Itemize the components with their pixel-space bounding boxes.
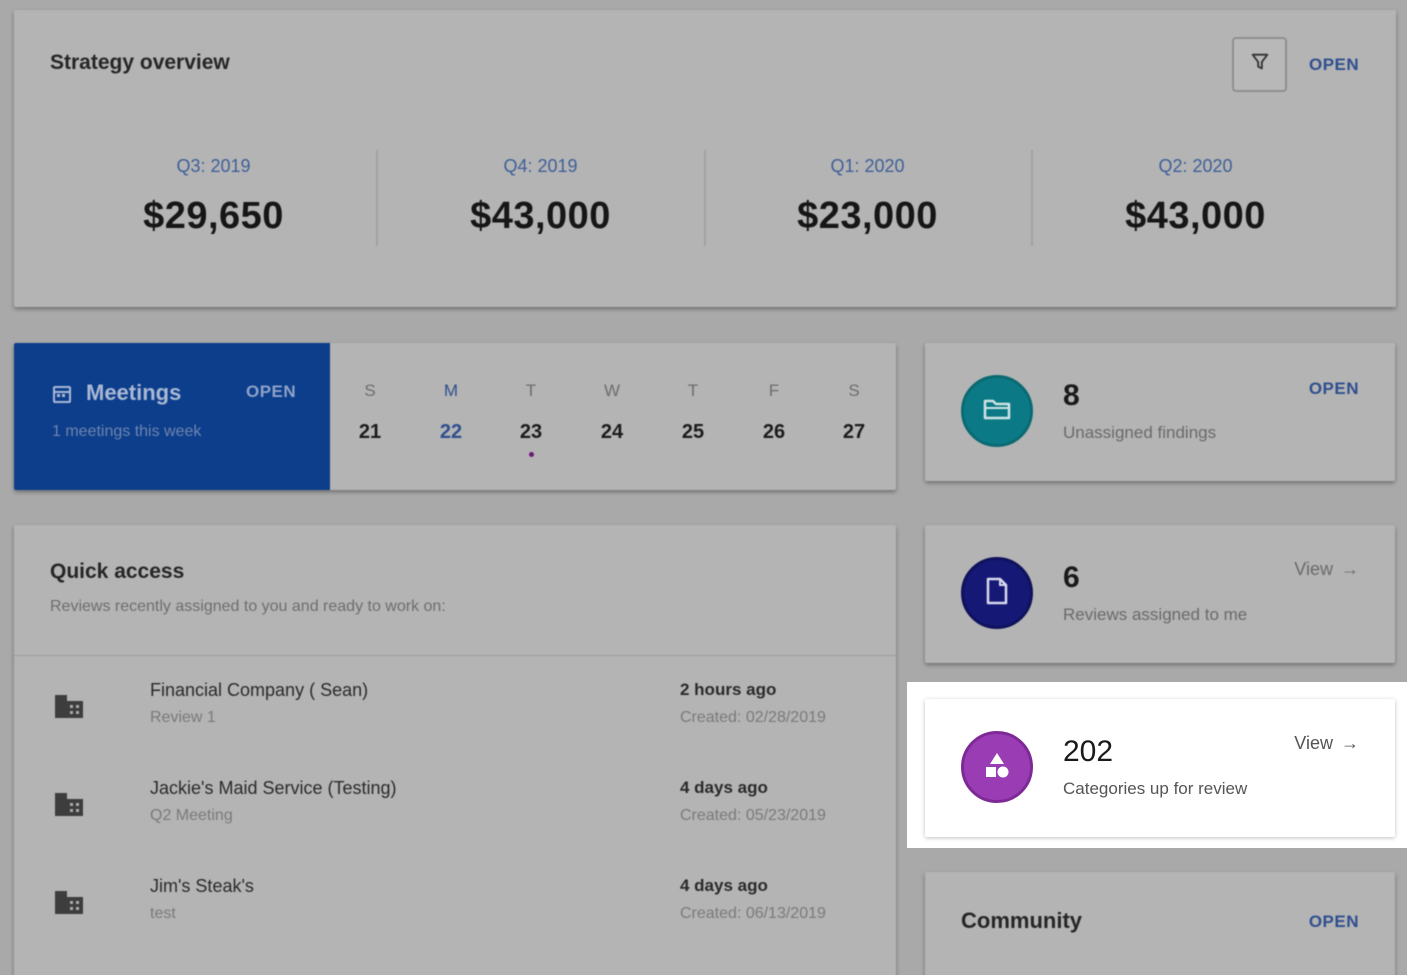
calendar-day[interactable]: T 23 (511, 381, 551, 457)
categories-view-link[interactable]: View → (1294, 733, 1359, 754)
list-item[interactable]: Jim's Steak's test 4 days ago Created: 0… (14, 873, 896, 943)
calendar-icon (52, 384, 72, 409)
divider (14, 655, 896, 656)
calendar-day[interactable]: F 26 (754, 381, 794, 444)
categories-icon-circle (961, 731, 1033, 803)
day-letter: S (848, 381, 860, 400)
quarter-value: $29,650 (143, 195, 284, 237)
quarter-label: Q3: 2019 (176, 156, 251, 176)
day-letter: T (687, 381, 699, 400)
reviews-label: Reviews assigned to me (1063, 605, 1248, 624)
folder-icon (983, 397, 1011, 426)
day-number: 24 (600, 421, 624, 443)
day-letter: S (364, 381, 376, 400)
day-number: 22 (439, 421, 463, 443)
reviews-count: 6 (1063, 561, 1080, 594)
strategy-overview-title: Strategy overview (50, 51, 230, 74)
community-title: Community (961, 908, 1082, 933)
item-time: 4 days ago (680, 778, 768, 797)
day-letter: F (768, 381, 780, 400)
quarter-value: $43,000 (1125, 195, 1266, 237)
meetings-card: Meetings OPEN 1 meetings this week S 21 … (14, 343, 896, 490)
categories-review-card: 202 Categories up for review View → (925, 699, 1395, 837)
calendar-day[interactable]: W 24 (592, 381, 632, 444)
strategy-overview-card: Strategy overview OPEN Q3: 2019 $29,650 … (14, 10, 1396, 307)
quick-access-card: Quick access Reviews recently assigned t… (14, 525, 896, 975)
building-icon (54, 791, 84, 822)
document-icon (986, 577, 1008, 610)
item-name: Jackie's Maid Service (Testing) (150, 778, 397, 798)
community-open-link[interactable]: OPEN (1309, 912, 1359, 932)
view-label: View (1294, 559, 1333, 579)
event-dot (528, 452, 534, 457)
meetings-title: Meetings (86, 380, 182, 405)
day-number: 23 (519, 421, 543, 443)
shapes-icon (982, 751, 1012, 784)
quarter-label: Q1: 2020 (830, 156, 905, 176)
filter-icon (1249, 51, 1271, 78)
quick-access-title: Quick access (50, 560, 185, 583)
quarter-block: Q4: 2019 $43,000 (377, 150, 704, 248)
item-time: 4 days ago (680, 876, 768, 895)
day-number: 21 (358, 421, 382, 443)
quarter-value: $23,000 (797, 195, 938, 237)
arrow-right-icon: → (1341, 733, 1359, 753)
quarter-label: Q2: 2020 (1158, 156, 1233, 176)
day-letter: T (525, 381, 537, 400)
calendar-day[interactable]: T 25 (673, 381, 713, 444)
filter-button[interactable] (1232, 37, 1287, 92)
findings-open-link[interactable]: OPEN (1309, 379, 1359, 399)
item-description: test (150, 905, 176, 922)
quarter-block: Q2: 2020 $43,000 (1032, 150, 1359, 248)
day-letter: M (443, 381, 459, 400)
findings-count: 8 (1063, 379, 1080, 412)
quarter-label: Q4: 2019 (503, 156, 578, 176)
quarter-block: Q3: 2019 $29,650 (50, 150, 377, 248)
item-description: Review 1 (150, 709, 216, 726)
reviews-assigned-card: 6 Reviews assigned to me View → (925, 525, 1395, 663)
reviews-view-link[interactable]: View → (1294, 559, 1359, 580)
item-name: Financial Company ( Sean) (150, 680, 369, 700)
findings-icon-circle (961, 375, 1033, 447)
categories-label: Categories up for review (1063, 779, 1248, 798)
unassigned-findings-card: 8 Unassigned findings OPEN (925, 343, 1395, 481)
meetings-subtitle: 1 meetings this week (52, 423, 202, 440)
meetings-open-link[interactable]: OPEN (246, 382, 296, 402)
categories-count: 202 (1063, 735, 1114, 768)
item-created: Created: 05/23/2019 (680, 807, 826, 824)
item-created: Created: 02/28/2019 (680, 709, 826, 726)
list-item[interactable]: Jackie's Maid Service (Testing) Q2 Meeti… (14, 775, 896, 845)
building-icon (54, 693, 84, 724)
view-label: View (1294, 733, 1333, 753)
reviews-icon-circle (961, 557, 1033, 629)
quarter-summary: Q3: 2019 $29,650 Q4: 2019 $43,000 Q1: 20… (14, 150, 1396, 248)
community-card: Community OPEN (925, 872, 1395, 975)
calendar-day[interactable]: S 27 (834, 381, 874, 444)
day-number: 26 (762, 421, 786, 443)
calendar-day-today[interactable]: M 22 (431, 381, 471, 444)
item-time: 2 hours ago (680, 680, 777, 699)
strategy-open-link[interactable]: OPEN (1309, 55, 1359, 75)
quarter-block: Q1: 2020 $23,000 (704, 150, 1031, 248)
findings-label: Unassigned findings (1063, 423, 1217, 442)
week-calendar: S 21 M 22 T 23 W 24 T 25 F 26 S 27 (330, 343, 896, 490)
item-name: Jim's Steak's (150, 876, 254, 896)
quarter-value: $43,000 (470, 195, 611, 237)
day-number: 27 (842, 421, 866, 443)
day-letter: W (603, 381, 621, 400)
building-icon (54, 889, 84, 920)
meetings-header-panel: Meetings OPEN 1 meetings this week (14, 343, 330, 490)
item-created: Created: 06/13/2019 (680, 905, 826, 922)
quick-access-subtitle: Reviews recently assigned to you and rea… (50, 598, 446, 615)
calendar-day[interactable]: S 21 (350, 381, 390, 444)
list-item[interactable]: Financial Company ( Sean) Review 1 2 hou… (14, 677, 896, 747)
day-number: 25 (681, 421, 705, 443)
arrow-right-icon: → (1341, 559, 1359, 579)
item-description: Q2 Meeting (150, 807, 233, 824)
